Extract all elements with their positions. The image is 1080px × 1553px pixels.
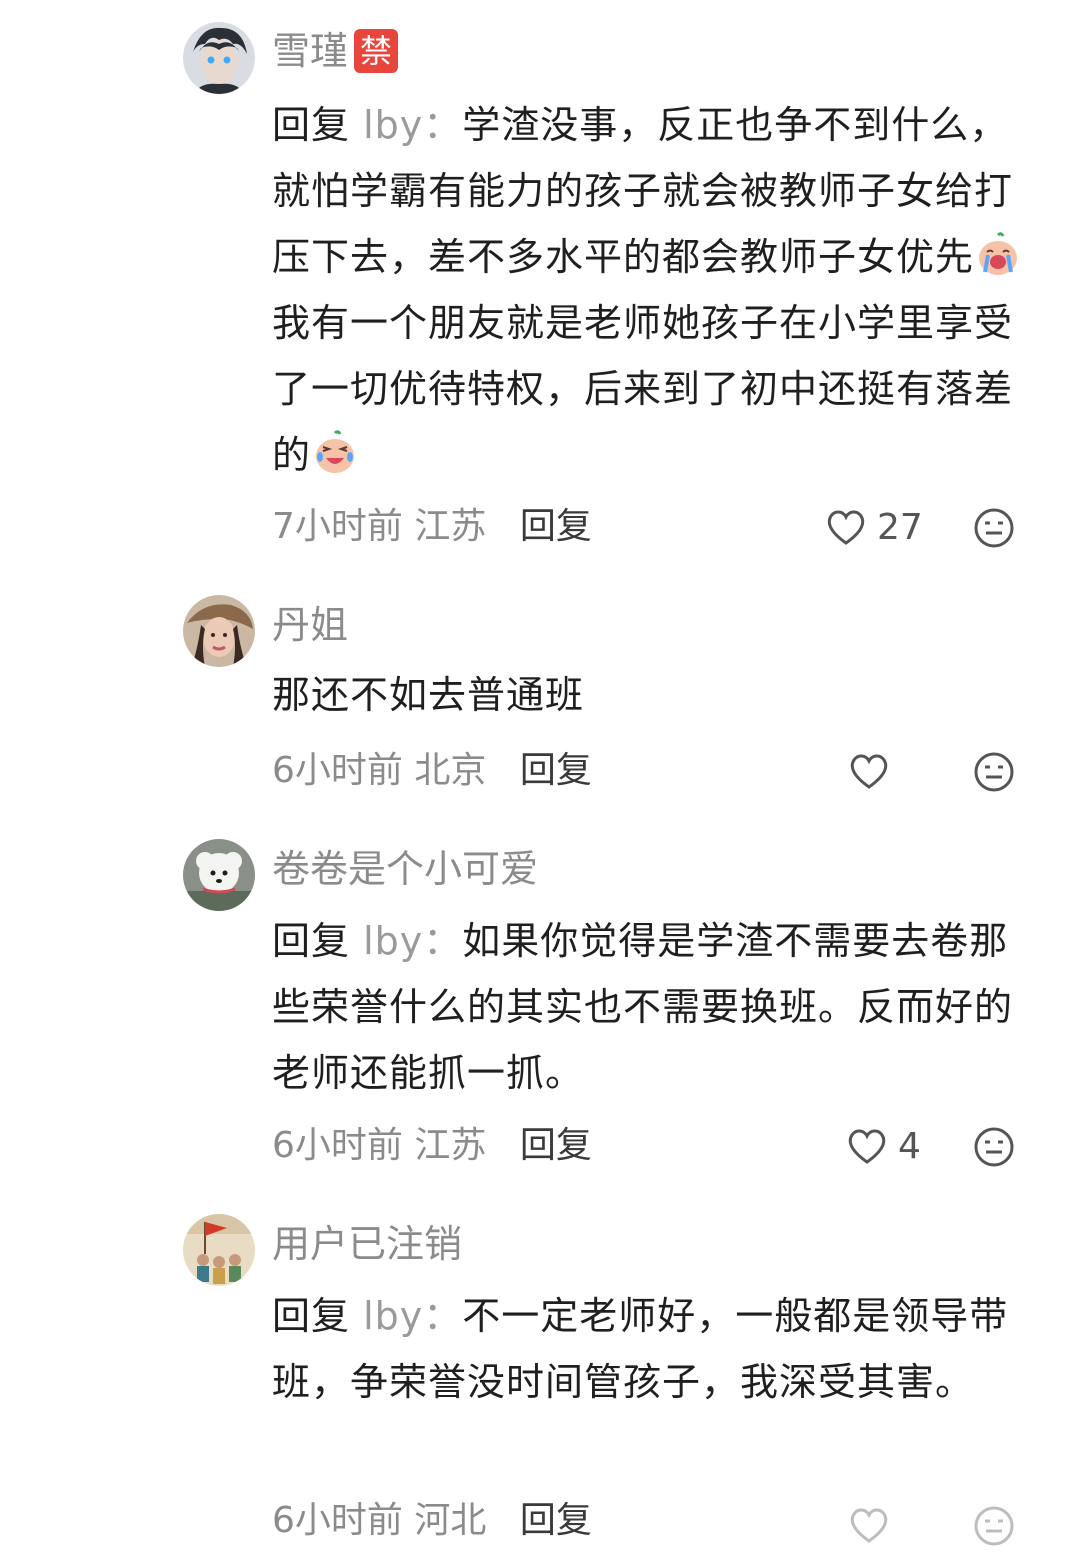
neutral-face-icon (974, 1506, 1014, 1546)
comment-meta: 6小时前 北京 回复 (272, 746, 592, 796)
avatar[interactable] (183, 22, 255, 94)
laughing-tears-face-icon (312, 430, 358, 476)
reply-button[interactable]: 回复 (520, 750, 592, 791)
dislike-button[interactable] (973, 751, 1015, 793)
comment-text: 回复 lby：如果你觉得是学渣不需要去卷那些荣誉什么的其实也不需要换班。反而好的… (272, 908, 1042, 1106)
reply-button[interactable]: 回复 (520, 1125, 592, 1166)
timestamp: 6小时前 (272, 750, 403, 791)
ban-badge: 禁 (354, 29, 399, 73)
heart-icon (827, 510, 865, 545)
like-button[interactable] (848, 746, 900, 796)
username[interactable]: 丹姐 (272, 600, 348, 650)
neutral-face-icon (974, 1127, 1014, 1167)
reply-target-user[interactable]: lby： (363, 919, 462, 963)
reply-prefix: 回复 (272, 919, 351, 963)
location: 江苏 (414, 506, 487, 547)
timestamp: 6小时前 (272, 1125, 403, 1166)
comment-text-part: 我有一个朋友就是老师她孩子在小学里享受了一切优待特权，后来到了初中还挺有落差的 (272, 301, 1014, 477)
reply-target-user[interactable]: lby： (363, 1294, 462, 1338)
crying-face-icon (975, 232, 1021, 278)
avatar[interactable] (183, 839, 255, 911)
reply-prefix: 回复 (272, 103, 351, 147)
username[interactable]: 卷卷是个小可爱 (272, 844, 538, 894)
comment-text: 回复 lby：不一定老师好，一般都是领导带班，争荣誉没时间管孩子，我深受其害。 (272, 1283, 1042, 1415)
avatar[interactable] (183, 1214, 255, 1286)
timestamp: 6小时前 (272, 1500, 403, 1541)
comment-text: 回复 lby：学渣没事，反正也争不到什么，就怕学霸有能力的孩子就会被教师子女给打… (272, 92, 1042, 488)
username[interactable]: 雪瑾禁 (272, 26, 399, 76)
heart-icon (850, 754, 888, 789)
like-count: 4 (898, 1125, 921, 1167)
reply-button[interactable]: 回复 (520, 1500, 592, 1541)
comment-meta: 7小时前 江苏 回复 (272, 502, 592, 552)
like-button[interactable] (848, 1500, 900, 1550)
neutral-face-icon (974, 508, 1014, 548)
dislike-button[interactable] (973, 507, 1015, 549)
comment-meta: 6小时前 江苏 回复 (272, 1121, 592, 1171)
like-button[interactable]: 27 (825, 502, 923, 552)
comment-text: 那还不如去普通班 (272, 673, 585, 717)
dislike-button[interactable] (973, 1126, 1015, 1168)
avatar[interactable] (183, 595, 255, 667)
heart-icon (850, 1508, 888, 1543)
location: 北京 (414, 750, 487, 791)
neutral-face-icon (974, 752, 1014, 792)
like-count: 27 (877, 506, 923, 548)
heart-icon (848, 1129, 886, 1164)
comment-meta: 6小时前 河北 回复 (272, 1496, 592, 1546)
reply-prefix: 回复 (272, 1294, 351, 1338)
reply-target-user[interactable]: lby： (363, 103, 462, 147)
location: 河北 (414, 1500, 487, 1541)
timestamp: 7小时前 (272, 506, 403, 547)
location: 江苏 (414, 1125, 487, 1166)
dislike-button[interactable] (973, 1505, 1015, 1547)
reply-button[interactable]: 回复 (520, 506, 592, 547)
username[interactable]: 用户已注销 (272, 1219, 462, 1269)
like-button[interactable]: 4 (846, 1121, 921, 1171)
